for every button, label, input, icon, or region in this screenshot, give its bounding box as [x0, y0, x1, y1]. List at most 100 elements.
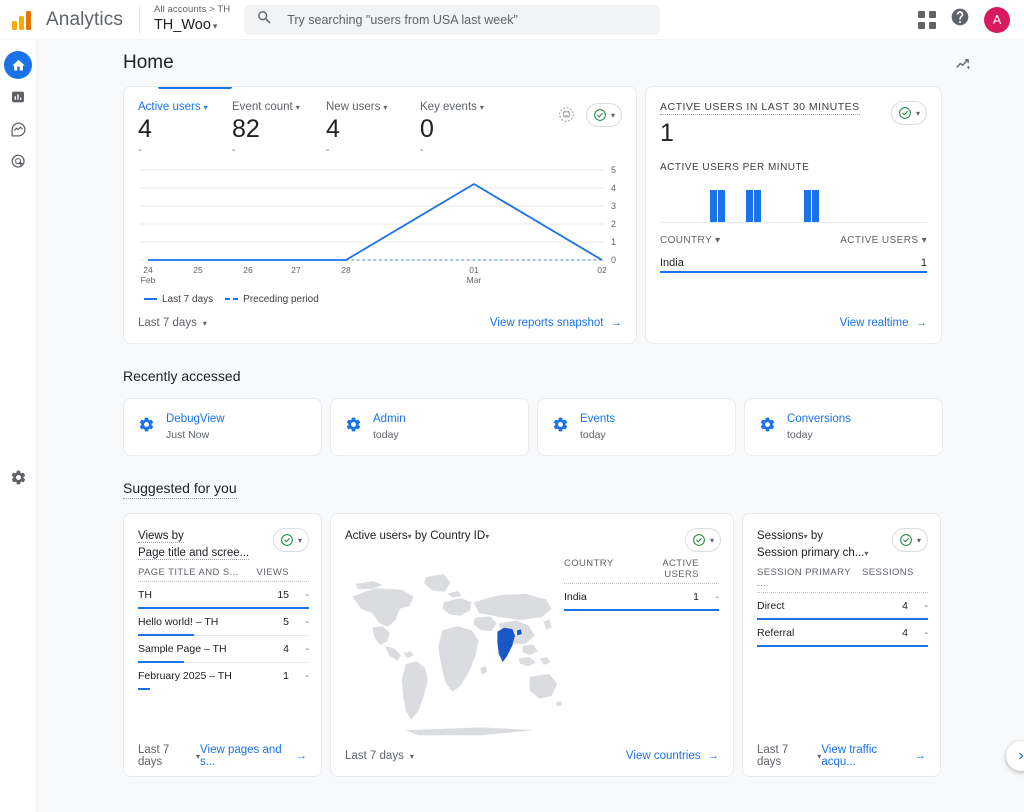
metric-selector[interactable]: Key events ▾ [420, 101, 514, 113]
table-row: India 1 [660, 257, 927, 273]
view-countries-link[interactable]: View countries → [626, 750, 719, 762]
trend-sparkline-icon [955, 58, 970, 69]
overview-row: Active users ▾ 4 - Event count ▾ 82 - New … [123, 86, 1024, 344]
item-name: DebugView [166, 413, 225, 425]
date-range-selector[interactable]: Last 7 days ▾ [345, 750, 414, 762]
cta-label: View reports snapshot [489, 317, 604, 329]
table-row: India 1 - [564, 584, 719, 611]
chevron-down-icon: ▾ [915, 108, 920, 118]
item-time: Just Now [166, 429, 210, 441]
date-range-selector[interactable]: Last 7 days ▾ [138, 744, 200, 768]
table-row: Hello world! – TH 5 - [138, 609, 309, 637]
column-header-active-users[interactable]: ACTIVE USERS ▾ [840, 235, 927, 246]
view-pages-link[interactable]: View pages and s... → [200, 744, 307, 768]
chevron-down-icon: ▾ [709, 535, 714, 545]
status-badge[interactable]: ▾ [585, 103, 622, 127]
column-header-country[interactable]: COUNTRY ▾ [660, 235, 721, 246]
search-input[interactable] [285, 11, 649, 28]
view-reports-snapshot-link[interactable]: View reports snapshot → [490, 317, 622, 329]
suggested-row: Views by Page title and scree... ▾ PAGE … [123, 513, 1024, 777]
status-badge[interactable]: ▾ [684, 528, 721, 552]
card-title: Views by Page title and scree... [138, 528, 250, 561]
date-range-selector[interactable]: Last 7 days ▾ [138, 317, 207, 329]
check-circle-icon [693, 534, 705, 546]
title-metric-selector[interactable]: Active users▾ [345, 530, 412, 542]
insights-icon[interactable] [950, 50, 976, 76]
column-header-delta [908, 567, 928, 589]
suggested-card-active-users-by-country: Active users▾ by Country ID▾ ▾ COUNTRY A… [330, 513, 734, 777]
apps-grid-icon[interactable] [918, 10, 936, 29]
check-circle-icon [281, 534, 293, 546]
table-row: Sample Page – TH 4 - [138, 636, 310, 664]
metric-selector[interactable]: Event count ▾ [232, 101, 326, 113]
metric-selector[interactable]: Active users ▾ [138, 101, 232, 113]
list-item[interactable]: Conversions today [744, 398, 943, 456]
row-bar [757, 645, 928, 648]
overview-card: Active users ▾ 4 - Event count ▾ 82 - New … [123, 86, 637, 344]
title-dimension-selector[interactable]: Session primary ch...▾ [757, 547, 868, 559]
account-property-selector[interactable]: All accounts > TH TH_Woo ▾ [153, 4, 230, 33]
insight-sparkle-icon [559, 106, 575, 122]
suggested-card-views-by-page: Views by Page title and scree... ▾ PAGE … [123, 513, 322, 777]
row-delta: - [305, 643, 310, 656]
sidebar-item-explore[interactable] [4, 115, 32, 143]
data-quality-icon[interactable] [556, 103, 578, 125]
row-country: India [660, 256, 684, 269]
svg-text:27: 27 [291, 265, 301, 275]
svg-text:26: 26 [243, 265, 253, 275]
row-name: Direct [757, 600, 785, 613]
help-icon[interactable] [950, 7, 970, 32]
svg-text:28: 28 [341, 265, 351, 275]
sidebar-item-admin[interactable] [4, 463, 32, 491]
row-value: 4 [902, 627, 908, 640]
status-badge[interactable]: ▾ [890, 101, 927, 125]
card-footer: Last 7 days ▾ View countries → [331, 736, 733, 776]
advertising-target-icon [11, 154, 25, 168]
list-item[interactable]: DebugView Just Now [123, 398, 322, 456]
avatar[interactable]: A [984, 6, 1010, 33]
card-footer: Last 7 days ▾ View traffic acqu... → [743, 736, 940, 776]
row-delta: - [924, 600, 929, 613]
divider [138, 6, 140, 33]
metric-event-count: Event count ▾ 82 - [232, 101, 326, 156]
top-bar-actions: A [918, 6, 1024, 33]
data-table: SESSION PRIMARY ... SESSIONS Direct 4 - [743, 567, 940, 648]
chevron-down-icon: ▾ [295, 103, 300, 112]
sidebar-item-reports[interactable] [4, 83, 32, 111]
view-traffic-acquisition-link[interactable]: View traffic acqu... → [821, 744, 926, 768]
gear-icon [759, 416, 776, 438]
list-item[interactable]: Events today [537, 398, 736, 456]
view-realtime-link[interactable]: View realtime → [840, 317, 927, 329]
item-time: today [787, 429, 813, 441]
status-badge[interactable]: ▾ [272, 528, 309, 552]
arrow-right-icon: → [915, 317, 928, 329]
property-name: TH_Woo ▾ [153, 16, 218, 33]
card-title: Active users▾ by Country ID▾ [345, 528, 489, 552]
metric-selector[interactable]: New users ▾ [326, 101, 420, 113]
card-header: Active users▾ by Country ID▾ ▾ [331, 514, 733, 552]
svg-text:3: 3 [611, 201, 616, 211]
metric-value: 4 [138, 115, 152, 143]
recently-accessed-row: DebugView Just Now Admin today Events to… [123, 398, 1024, 456]
list-item[interactable]: Admin today [330, 398, 529, 456]
recently-accessed-title: Recently accessed [123, 368, 241, 384]
status-badge[interactable]: ▾ [891, 528, 928, 552]
line-chart-svg: 5 4 3 2 1 0 24Feb 25 26 27 28 01Mar 02 [140, 165, 616, 285]
title-dimension-selector[interactable]: Country ID▾ [430, 530, 489, 542]
title-metric-selector[interactable]: Sessions▾ [757, 530, 808, 542]
search-bar[interactable] [244, 4, 661, 35]
bar [754, 189, 761, 222]
svg-text:1: 1 [611, 237, 616, 247]
sidebar-item-advertising[interactable] [4, 147, 32, 175]
chevron-down-icon: ▾ [409, 751, 414, 761]
sidebar-item-home[interactable] [4, 51, 32, 79]
page-title: Home [123, 52, 174, 73]
title-by: by [414, 530, 428, 542]
svg-text:5: 5 [611, 165, 616, 175]
metric-delta: - [232, 144, 236, 156]
row-delta: - [305, 670, 310, 683]
date-range-selector[interactable]: Last 7 days ▾ [757, 744, 821, 768]
world-map[interactable] [341, 558, 566, 743]
table-header: PAGE TITLE AND S... VIEWS [138, 567, 309, 583]
chevron-down-icon: ▾ [921, 234, 927, 246]
